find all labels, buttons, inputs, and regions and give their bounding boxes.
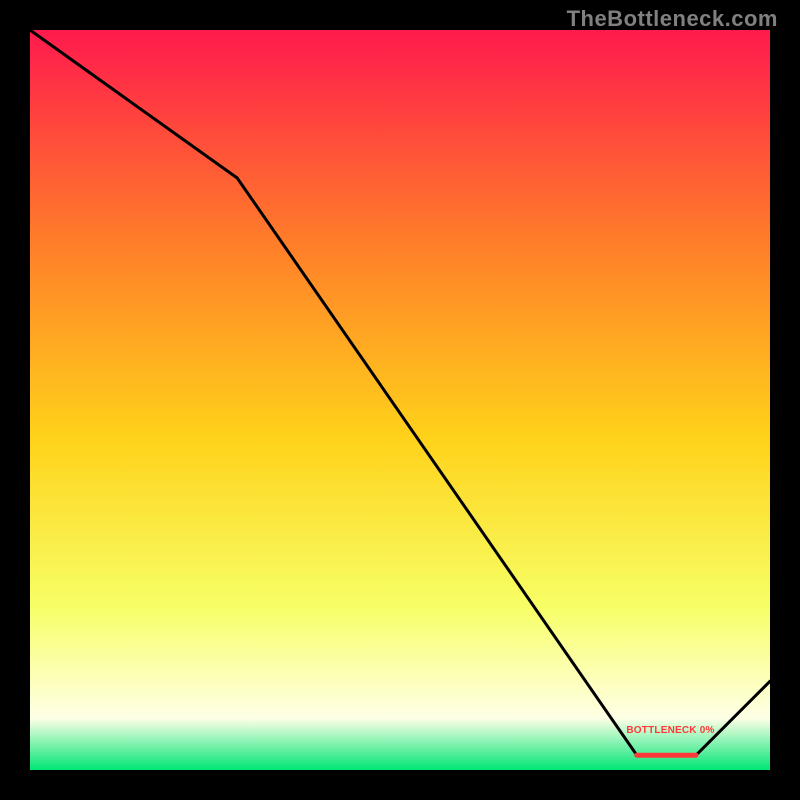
gradient-background <box>30 30 770 770</box>
zero-bottleneck-label: BOTTLENECK 0% <box>626 725 714 736</box>
watermark-text: TheBottleneck.com <box>567 6 778 32</box>
chart-frame: TheBottleneck.com BOTTLENECK 0% <box>0 0 800 800</box>
chart-plot <box>30 30 770 770</box>
